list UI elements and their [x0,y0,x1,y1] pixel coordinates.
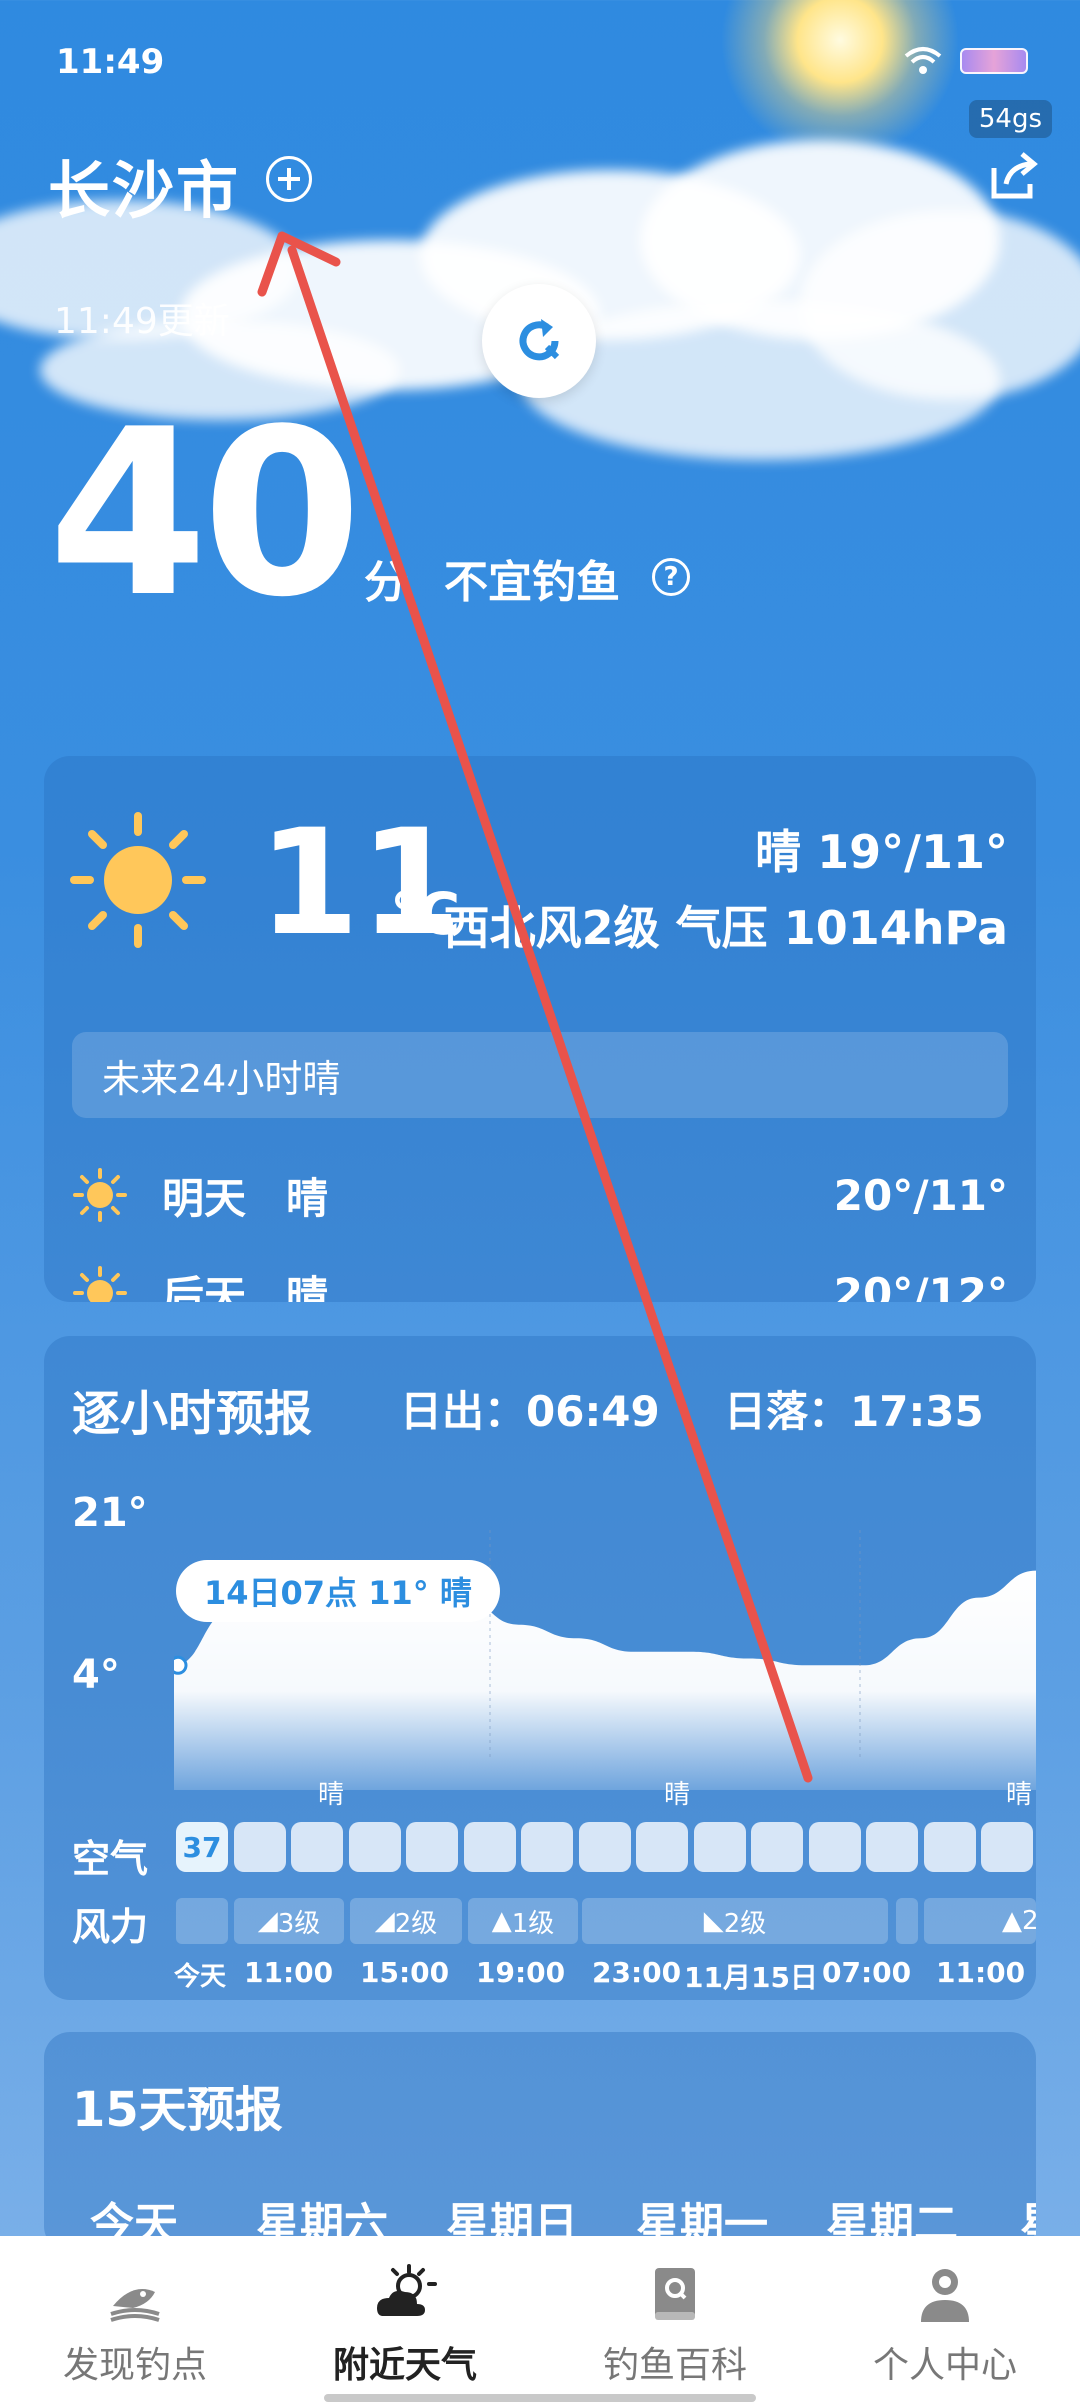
hour-weather-label: 晴 [318,1780,345,1810]
aqi-cell [981,1822,1033,1872]
aqi-cell [923,1822,976,1872]
score-unit: 分 [364,557,408,608]
next24-summary: 未来24小时晴 [72,1032,1008,1118]
time-label: 07:00 [822,1956,912,1989]
weather-icon [377,2264,437,2316]
wind-cell [176,1898,228,1944]
day-temp: 20°/11° [833,1170,1008,1220]
aqi-row-label: 空气 [72,1837,149,1881]
home-indicator[interactable] [324,2394,756,2402]
time-label: 23:00 [592,1956,682,1989]
hour-weather-label: 晴 [664,1780,691,1810]
day-label: 后天 [162,1271,247,1303]
sunset-time: 日落：17:35 [724,1387,984,1436]
time-label: 19:00 [476,1956,566,1989]
nav-label: 个人中心 [872,2345,1017,2386]
share-icon[interactable] [986,148,1042,204]
temp-axis-min: 4° [72,1652,120,1698]
wind-pressure: 西北风2级 气压 1014hPa [443,901,1008,955]
wind-cell: ◢ 2级 [350,1898,462,1944]
aqi-cell [808,1822,861,1872]
today-high-low: 晴 19°/11° [755,825,1008,879]
time-label: 11:00 [244,1956,334,1989]
sunrise-time: 日出：06:49 [400,1387,660,1436]
add-city-icon[interactable] [266,156,312,202]
aqi-cell [463,1822,516,1872]
network-speed-badge: 54gs [968,100,1052,138]
wifi-icon [904,47,942,74]
wind-cell: ◢ 3级 [234,1898,344,1944]
hourly-tooltip: 14日07点 11° 晴 [176,1560,500,1622]
aqi-cell [348,1822,401,1872]
refresh-button[interactable] [482,284,596,398]
time-label: 11:00 [936,1956,1026,1989]
city-name[interactable]: 长沙市 [48,140,240,230]
temp-axis-max: 21° [72,1490,148,1536]
fish-icon [110,2289,160,2322]
aqi-cell [636,1822,688,1872]
help-icon[interactable]: ? [652,558,690,596]
sunny-icon [70,812,206,948]
temp-point-marker [174,1655,188,1675]
wind-cell: ▲ 1级 [468,1898,578,1944]
sun-glow [720,0,960,160]
update-time: 11:49更新 [54,301,230,342]
aqi-cell [291,1822,343,1872]
nav-discover-spots[interactable]: 发现钓点 [0,2236,270,2408]
status-time: 11:49 [56,42,165,82]
time-label: 11月15日 [684,1961,818,1994]
aqi-cell [578,1822,631,1872]
aqi-cell [751,1822,803,1872]
aqi-cell [693,1822,746,1872]
sunny-icon [73,1266,127,1302]
nav-label: 发现钓点 [62,2345,207,2386]
wind-cell: ◣ 2级 [582,1898,888,1944]
wind-cell: ▲ 2 [924,1898,1036,1944]
hour-weather-label: 晴 [1006,1780,1033,1810]
day-weather: 晴 [286,1271,329,1303]
wind-row-label: 风力 [72,1905,149,1949]
forecast-row-tomorrow[interactable]: 明天 晴 20°/11° [72,1160,1008,1230]
forecast-row-day-after[interactable]: 后天 晴 20°/12° [72,1258,1008,1302]
aqi-cell [521,1822,573,1872]
battery-icon [960,48,1028,74]
refresh-icon [519,319,560,361]
nav-label: 附近天气 [332,2345,477,2386]
nav-fishing-encyclopedia[interactable]: 钓鱼百科 [540,2236,810,2408]
time-label: 今天 [174,1962,227,1992]
aqi-cell [406,1822,458,1872]
nav-label: 钓鱼百科 [602,2345,747,2386]
status-icons [904,46,1028,76]
forecast-row-day-after-clip: 后天 晴 20°/12° [72,1250,1008,1302]
fishing-score: 40 [48,381,362,648]
person-icon [921,2269,969,2322]
aqi-cell [866,1822,918,1872]
nav-personal-center[interactable]: 个人中心 [810,2236,1080,2408]
hourly-title: 逐小时预报 [72,1386,313,1442]
nav-nearby-weather[interactable]: 附近天气 [270,2236,540,2408]
aqi-cell [233,1822,286,1872]
forecast-15day-title: 15天预报 [72,2082,283,2138]
wind-cell [896,1898,918,1944]
aqi-value: 37 [176,1822,228,1872]
bottom-nav: 发现钓点 附近天气 钓鱼百科 个人中心 [0,2236,1080,2408]
day-temp: 20°/12° [833,1268,1008,1303]
book-icon [655,2268,695,2320]
fishing-advice: 不宜钓鱼 [444,557,620,608]
time-label: 15:00 [360,1956,450,1989]
sunny-icon [73,1168,127,1222]
day-weather: 晴 [286,1173,329,1223]
day-label: 明天 [162,1173,247,1223]
